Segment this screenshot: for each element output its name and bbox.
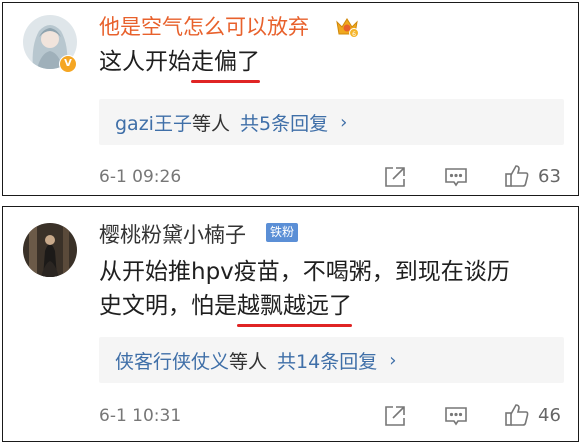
comment-card: V 他是空气怎么可以放弃 6 这人开始走偏了 gazi王子 等人 共5条回复 ›… — [2, 2, 579, 196]
reply-count-link[interactable]: 共5条回复 — [240, 109, 328, 136]
username[interactable]: 他是空气怎么可以放弃 — [99, 13, 309, 41]
vip-badge-icon: V — [59, 55, 77, 73]
svg-text:6: 6 — [352, 31, 356, 38]
comment-card: 樱桃粉黛小楠子 铁粉 从开始推hpv疫苗，不喝粥，到现在谈历 史文明，怕是越飘越… — [2, 206, 579, 442]
timestamp: 6-1 09:26 — [99, 167, 182, 187]
comment-text-underlined: 走偏了 — [191, 45, 260, 83]
crown-icon: 6 — [334, 13, 360, 39]
comment-text: 这人开始走偏了 — [99, 45, 260, 83]
reply-user-link[interactable]: gazi王子 — [115, 109, 192, 136]
like-count: 63 — [538, 166, 561, 187]
share-icon[interactable] — [382, 403, 408, 429]
comment-icon[interactable] — [443, 164, 469, 190]
share-icon[interactable] — [382, 164, 408, 190]
reply-etc-text: 等人 — [191, 112, 230, 135]
replies-preview[interactable]: gazi王子 等人 共5条回复 › — [99, 99, 564, 145]
like-count: 46 — [538, 405, 561, 426]
username[interactable]: 樱桃粉黛小楠子 — [99, 221, 246, 249]
fan-badge: 铁粉 — [266, 223, 299, 242]
comment-text-line: 从开始推hpv疫苗，不喝粥，到现在谈历 — [99, 255, 510, 290]
comment-icon[interactable] — [443, 403, 469, 429]
comment-text-plain: 史文明，怕是 — [99, 293, 237, 319]
replies-preview[interactable]: 侠客行侠仗义 等人 共14条回复 › — [99, 337, 564, 383]
avatar[interactable] — [23, 223, 77, 277]
reply-user-link[interactable]: 侠客行侠仗义 — [115, 347, 229, 374]
comment-text-line: 史文明，怕是越飘越远了 — [99, 289, 352, 327]
reply-etc-text: 等人 — [229, 350, 268, 373]
like-icon[interactable] — [504, 402, 530, 428]
comment-text-plain: 从开始推hpv疫苗，不喝粥，到现在谈历 — [99, 259, 510, 285]
reply-count-link[interactable]: 共14条回复 — [277, 347, 377, 374]
chevron-right-icon: › — [340, 111, 348, 133]
comment-text-underlined: 越飘越远了 — [237, 289, 352, 327]
chevron-right-icon: › — [389, 349, 397, 371]
comment-text-plain: 这人开始 — [99, 49, 191, 75]
timestamp: 6-1 10:31 — [99, 406, 182, 426]
like-icon[interactable] — [504, 163, 530, 189]
